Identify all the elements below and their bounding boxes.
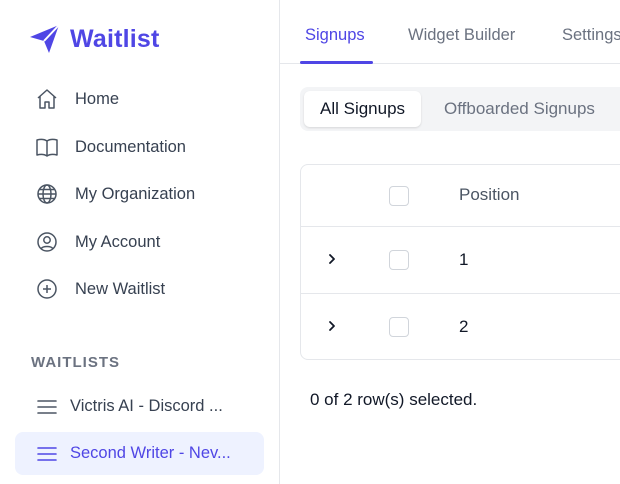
- chevron-right-icon: [329, 254, 335, 264]
- sidebar: Waitlist Home Documentation My Organizat…: [0, 0, 280, 484]
- signups-table: Position 1 2: [300, 164, 620, 360]
- plus-circle-icon: [34, 276, 60, 302]
- select-all-checkbox[interactable]: [389, 186, 409, 206]
- user-circle-icon: [34, 229, 60, 255]
- waitlist-item[interactable]: Victris AI - Discord ...: [15, 385, 264, 428]
- tab-widget-builder[interactable]: Widget Builder: [408, 26, 515, 45]
- waitlist-item-label: Victris AI - Discord ...: [70, 397, 223, 415]
- nav-my-organization-label: My Organization: [75, 184, 196, 203]
- table-row: 1: [301, 226, 620, 292]
- row-checkbox[interactable]: [389, 250, 409, 270]
- row-checkbox[interactable]: [389, 317, 409, 337]
- brand-name: Waitlist: [70, 24, 160, 53]
- brand-logo[interactable]: Waitlist: [28, 22, 160, 56]
- cell-position: 1: [459, 250, 469, 269]
- selection-status: 0 of 2 row(s) selected.: [310, 390, 478, 409]
- nav-documentation-label: Documentation: [75, 137, 186, 156]
- tab-bar: Signups Widget Builder Settings: [280, 0, 620, 64]
- menu-icon: [36, 396, 58, 418]
- waitlist-item-label: Second Writer - Nev...: [70, 444, 231, 462]
- expand-row-button[interactable]: [323, 316, 341, 336]
- home-icon: [34, 86, 60, 112]
- table-row: 2: [301, 293, 620, 359]
- tab-settings[interactable]: Settings: [562, 26, 620, 45]
- cell-position: 2: [459, 317, 469, 336]
- nav-my-organization[interactable]: My Organization: [22, 174, 264, 214]
- waitlists-section-title: WAITLISTS: [31, 354, 120, 371]
- expand-row-button[interactable]: [323, 249, 341, 269]
- table-header: Position: [301, 165, 620, 226]
- active-tab-indicator: [300, 61, 373, 64]
- globe-icon: [34, 181, 60, 207]
- nav-new-waitlist-label: New Waitlist: [75, 279, 166, 298]
- waitlist-item-active[interactable]: Second Writer - Nev...: [15, 432, 264, 475]
- menu-icon: [36, 443, 58, 465]
- main-content: Signups Widget Builder Settings All Sign…: [280, 0, 620, 484]
- paper-plane-icon: [30, 24, 60, 53]
- nav-home-label: Home: [75, 89, 120, 108]
- offboarded-signups-button[interactable]: Offboarded Signups: [444, 91, 595, 127]
- book-icon: [34, 134, 60, 160]
- nav-home[interactable]: Home: [22, 79, 264, 119]
- all-signups-button[interactable]: All Signups: [304, 91, 422, 127]
- tab-signups[interactable]: Signups: [305, 26, 365, 45]
- column-header-position: Position: [459, 185, 520, 204]
- nav-new-waitlist[interactable]: New Waitlist: [22, 269, 264, 309]
- nav-my-account[interactable]: My Account: [22, 222, 264, 262]
- nav-documentation[interactable]: Documentation: [22, 127, 264, 167]
- nav-my-account-label: My Account: [75, 232, 161, 251]
- chevron-right-icon: [329, 321, 335, 331]
- signup-filter-toggle: All Signups Offboarded Signups: [300, 87, 620, 131]
